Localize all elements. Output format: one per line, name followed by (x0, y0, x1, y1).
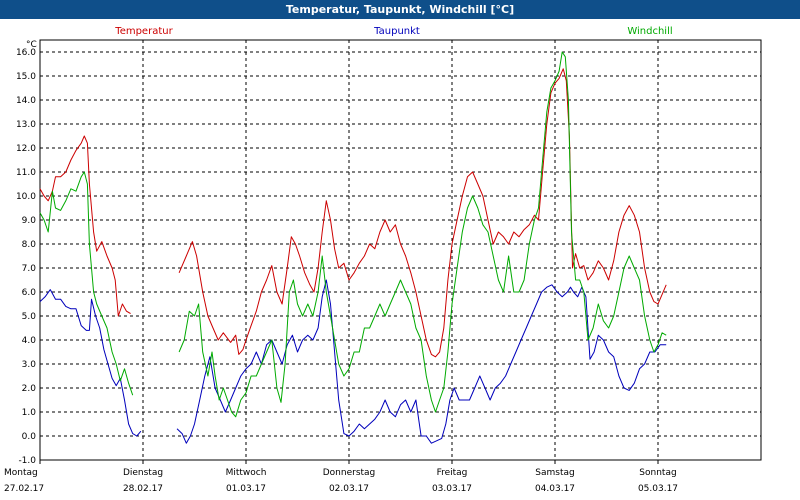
y-tick-label: 7.0 (22, 264, 37, 274)
x-tick-day: Montag (4, 468, 38, 478)
x-tick-date: 02.03.17 (329, 484, 369, 494)
y-axis-ticks: -1.0 0.0 1.0 2.0 3.0 4.0 5.0 6.0 7.0 8.0 9.0 10.0 11… (16, 48, 36, 466)
y-tick-label: 11.0 (16, 168, 36, 178)
y-tick-label: 4.0 (22, 336, 37, 346)
x-tick-day: Freitag (437, 468, 468, 478)
x-tick-date: 03.03.17 (432, 484, 472, 494)
x-tick-date: 05.03.17 (638, 484, 678, 494)
temperature-chart: -1.0 0.0 1.0 2.0 3.0 4.0 5.0 6.0 7.0 8.0 9.0 10.0 11… (4, 26, 762, 494)
legend: Temperatur Taupunkt Windchill (114, 26, 672, 37)
x-tick-date: 28.02.17 (123, 484, 163, 494)
y-tick-label: 3.0 (22, 360, 37, 370)
y-tick-label: 12.0 (16, 144, 36, 154)
x-tick-day: Sonntag (639, 468, 676, 478)
y-tick-label: 9.0 (22, 216, 37, 226)
y-tick-label: 2.0 (22, 384, 37, 394)
y-tick-label: 6.0 (22, 288, 37, 298)
x-tick-day: Donnerstag (323, 468, 376, 478)
legend-entry-temperatur: Temperatur (114, 26, 173, 37)
legend-entry-windchill: Windchill (627, 26, 672, 37)
legend-entry-taupunkt: Taupunkt (373, 26, 420, 37)
window-title: Temperatur, Taupunkt, Windchill [°C] (0, 0, 800, 19)
x-tick-day: Samstag (535, 468, 574, 478)
y-tick-label: 15.0 (16, 72, 36, 82)
x-tick-date: 27.02.17 (4, 484, 44, 494)
plot-area (39, 39, 762, 461)
chart-window: Temperatur, Taupunkt, Windchill [°C] -1.… (0, 0, 800, 500)
y-tick-label: 5.0 (22, 312, 37, 322)
x-axis-ticks: Montag 27.02.17 Dienstag 28.02.17 Mittwoch 01… (4, 460, 678, 494)
y-tick-label: 8.0 (22, 240, 37, 250)
x-tick-date: 01.03.17 (226, 484, 266, 494)
y-tick-label: -1.0 (18, 456, 36, 466)
x-tick-day: Dienstag (123, 468, 163, 478)
y-tick-label: 1.0 (22, 408, 37, 418)
x-tick-day: Mittwoch (226, 468, 267, 478)
y-tick-label: 14.0 (16, 96, 36, 106)
y-tick-label: 10.0 (16, 192, 36, 202)
y-tick-label: 0.0 (22, 432, 37, 442)
y-tick-label: 13.0 (16, 120, 36, 130)
x-tick-date: 04.03.17 (535, 484, 575, 494)
y-axis-label: °C (26, 40, 37, 50)
